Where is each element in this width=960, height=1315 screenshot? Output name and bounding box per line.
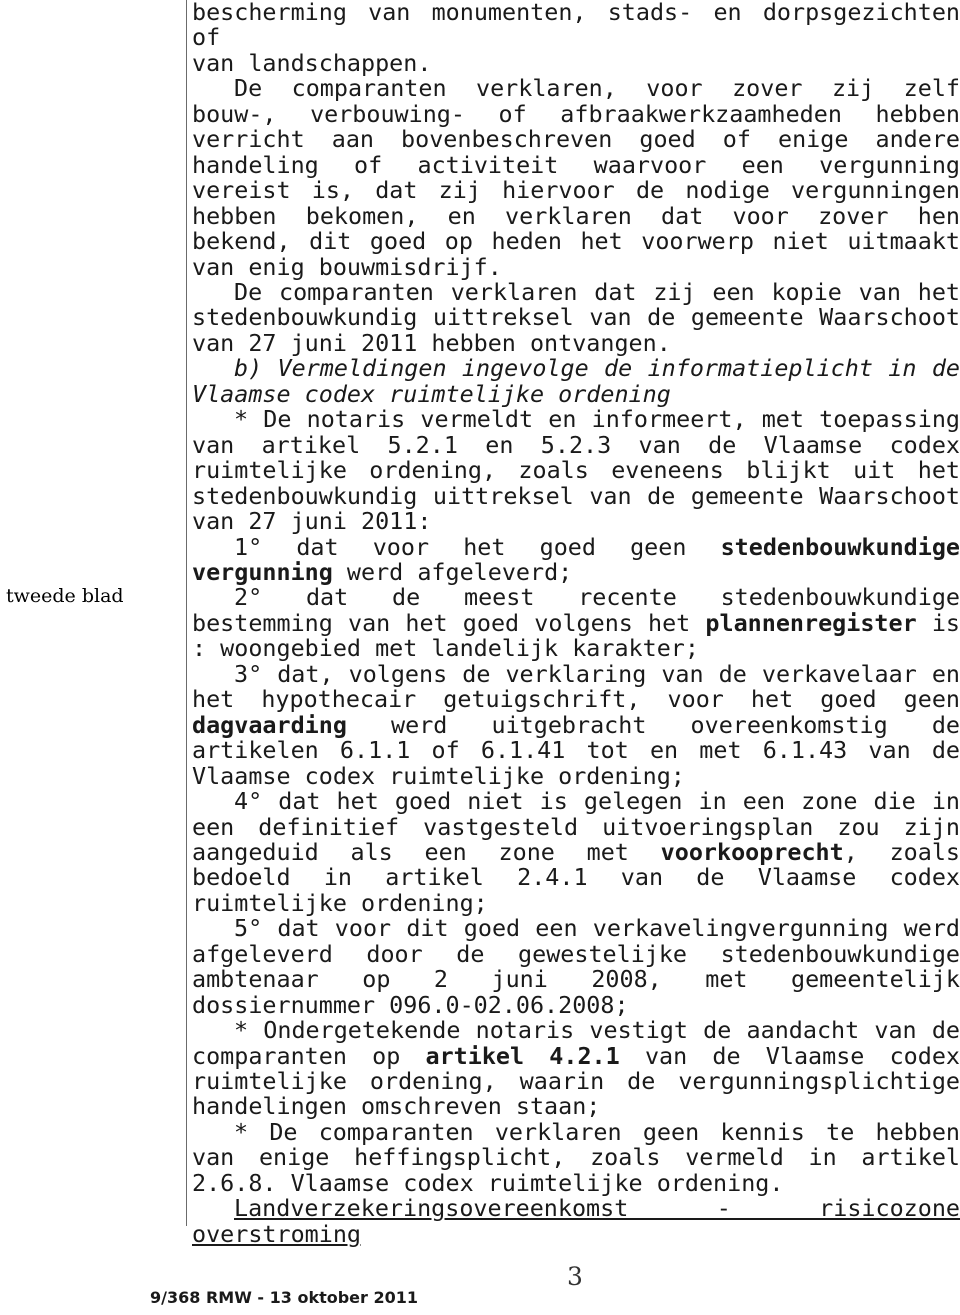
footer-reference: 9/368 RMW - 13 oktober 2011: [150, 1288, 419, 1307]
text-run: bescherming van monumenten, stads- en do…: [192, 0, 960, 52]
paragraph-kopie-stedenbouwkundig-uittreksel: De comparanten verklaren dat zij een kop…: [192, 277, 960, 357]
paragraph-geen-kennis-heffingsplicht: * De comparanten verklaren geen kennis t…: [192, 1117, 960, 1197]
list-item-4-voorkooprecht: 4° dat het goed niet is gelegen in een z…: [192, 788, 960, 916]
document-body: bescherming van monumenten, stads- en do…: [192, 0, 960, 1247]
page-number: 3: [567, 1262, 583, 1291]
text-run: 1° dat voor het goed geen: [234, 532, 721, 561]
text-run: 3° dat, volgens de verklaring van de ver…: [192, 659, 960, 714]
paragraph-continuation-line-2: van landschappen.: [192, 48, 960, 77]
bold-term-dagvaarding: dagvaarding: [192, 710, 347, 739]
bold-term-plannenregister: plannenregister: [705, 608, 917, 637]
text-run: b) Vermeldingen ingevolge de informatiep…: [192, 354, 960, 408]
paragraph-ondergetekende-notaris-artikel: * Ondergetekende notaris vestigt de aand…: [192, 1017, 960, 1120]
text-run: * De comparanten verklaren geen kennis t…: [192, 1117, 960, 1197]
list-item-2-plannenregister: 2° dat de meest recente stedenbouwkundig…: [192, 585, 960, 662]
list-item-3-dagvaarding: 3° dat, volgens de verklaring van de ver…: [192, 659, 960, 789]
heading-b-vermeldingen-informatieplicht: b) Vermeldingen ingevolge de informatiep…: [192, 356, 960, 407]
heading-landverzekeringsovereenkomst: Landverzekeringsovereenkomst - risicozon…: [192, 1194, 960, 1248]
paragraph-continuation-line-1: bescherming van monumenten, stads- en do…: [192, 0, 960, 51]
underlined-heading-text: Landverzekeringsovereenkomst - risicozon…: [192, 1194, 960, 1248]
text-run: 5° dat voor dit goed een verkavelingverg…: [192, 914, 960, 1019]
margin-vertical-rule: [186, 0, 187, 1226]
text-run: van landschappen.: [192, 48, 432, 77]
list-item-1-stedenbouwkundige-vergunning: 1° dat voor het goed geen stedenbouwkund…: [192, 532, 960, 586]
text-run: De comparanten verklaren dat zij een kop…: [192, 277, 960, 357]
paragraph-comparanten-verklaren-bouw: De comparanten verklaren, voor zover zij…: [192, 76, 960, 280]
document-page: tweede blad bescherming van monumenten, …: [0, 0, 960, 1315]
bold-term-voorkooprecht: voorkooprecht: [660, 837, 844, 866]
margin-note-tweede-blad: tweede blad: [6, 585, 124, 607]
paragraph-notaris-vermeldt-informeert: * De notaris vermeldt en informeert, met…: [192, 407, 960, 534]
text-run: werd afgeleverd;: [332, 557, 573, 586]
bold-term-artikel-4-2-1: artikel 4.2.1: [425, 1041, 620, 1070]
list-item-5-verkavelingvergunning: 5° dat voor dit goed een verkavelingverg…: [192, 916, 960, 1018]
text-run: * De notaris vermeldt en informeert, met…: [192, 405, 960, 536]
text-run: De comparanten verklaren, voor zover zij…: [192, 74, 960, 281]
